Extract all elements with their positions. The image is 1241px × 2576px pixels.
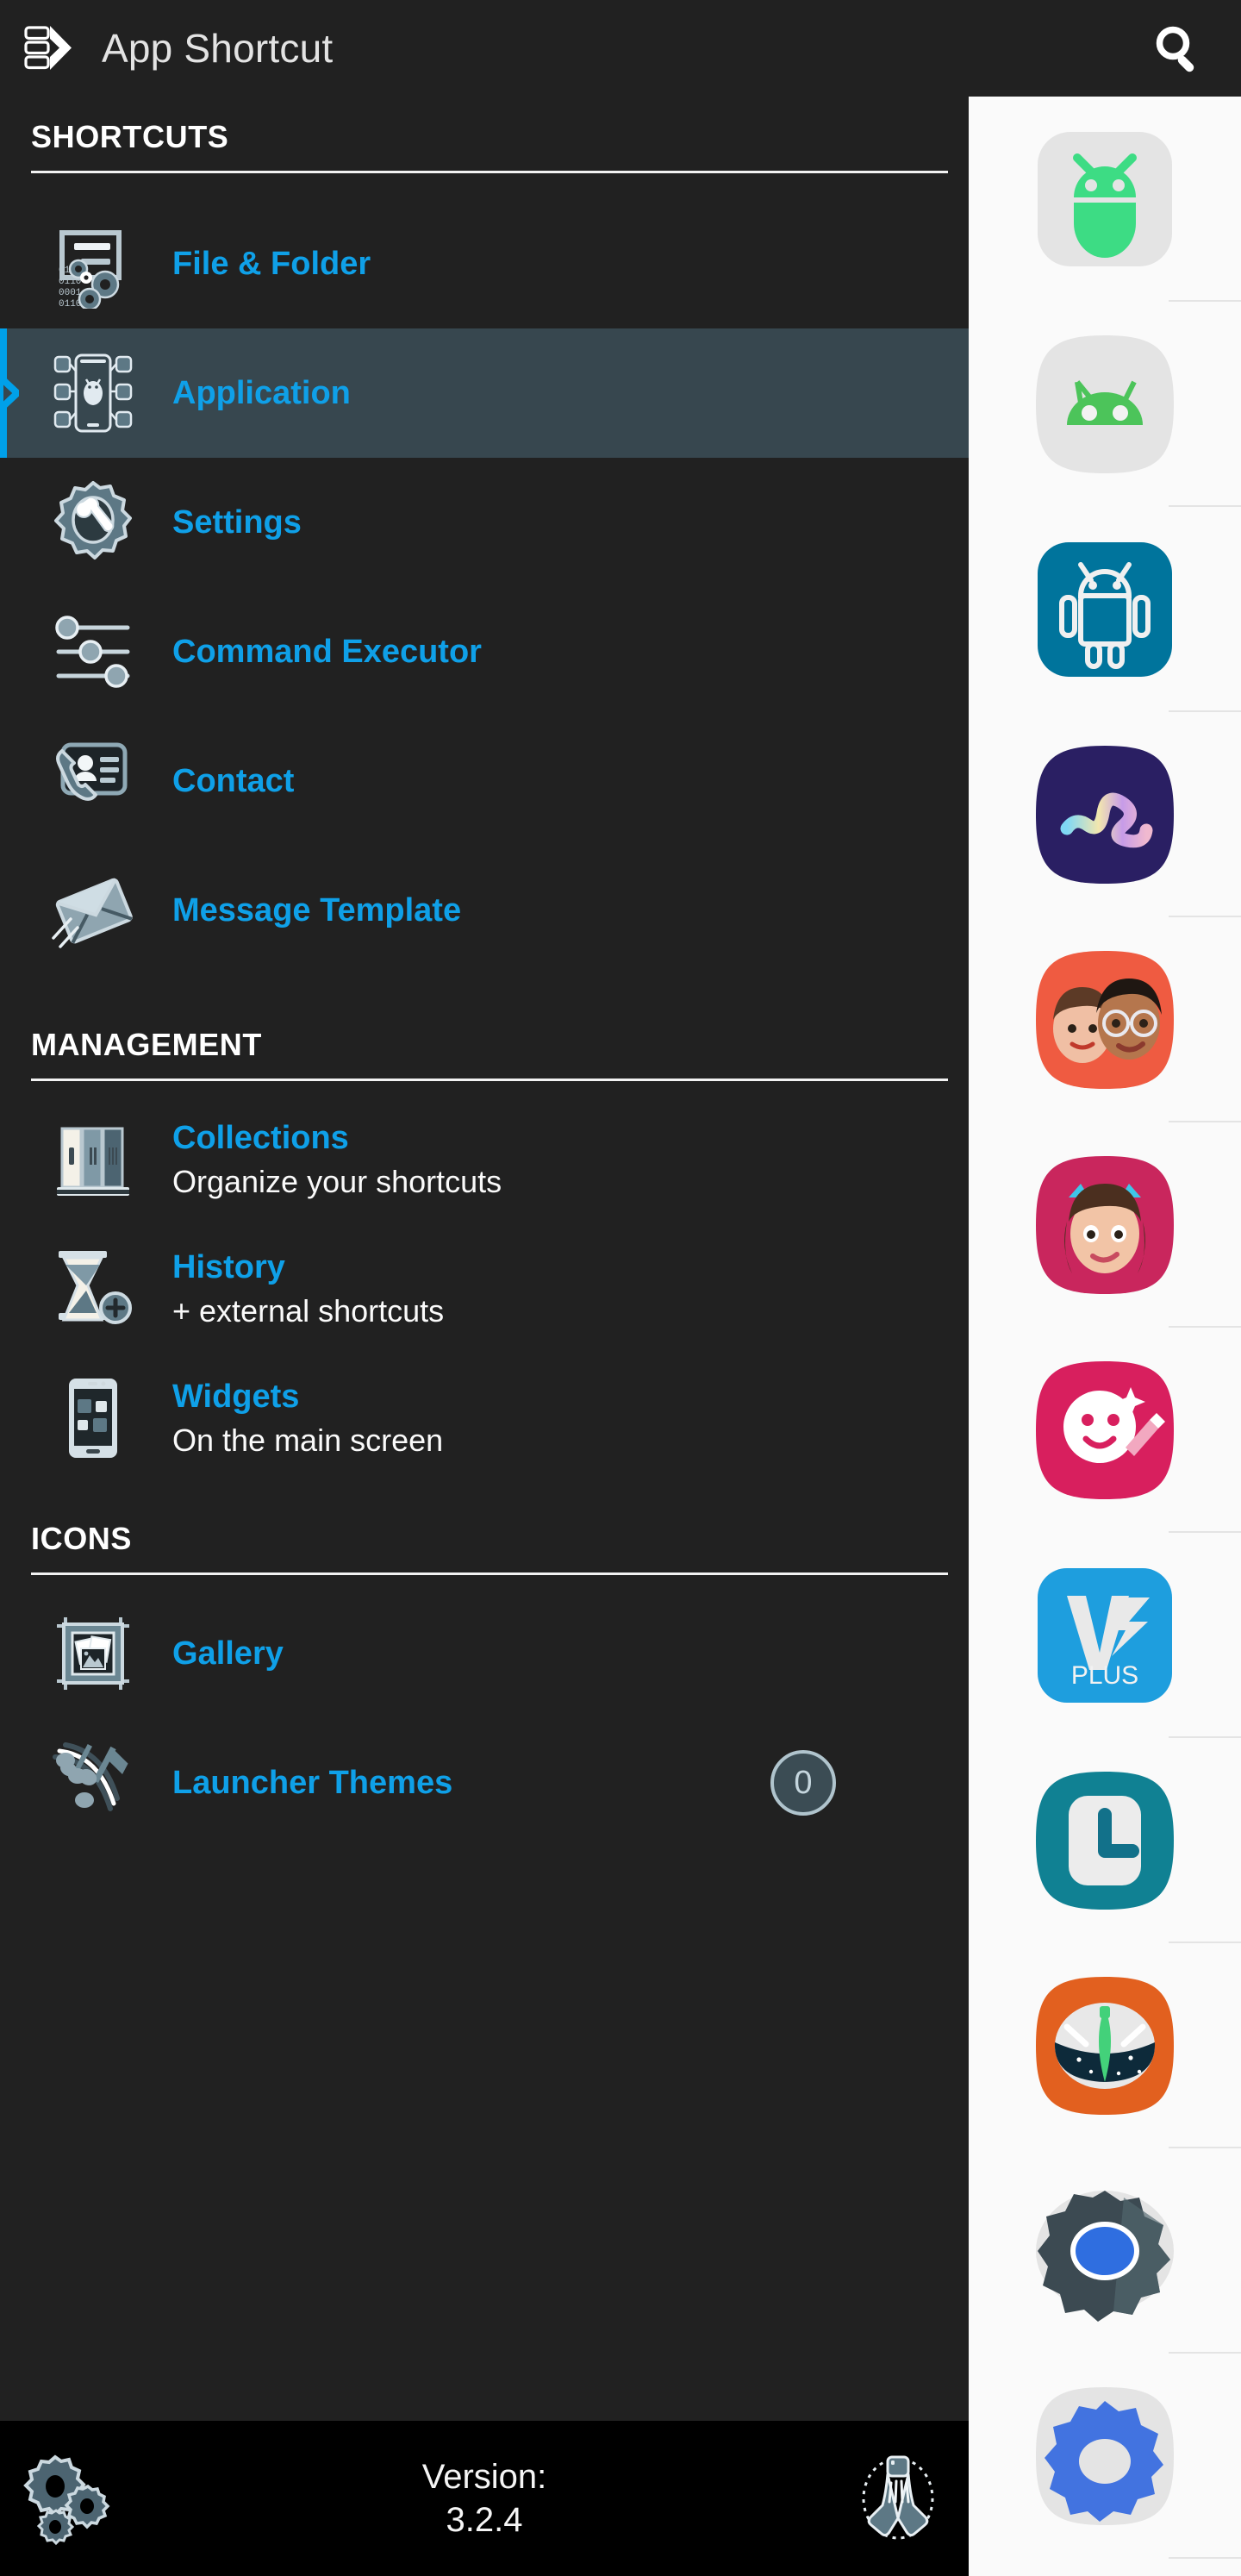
app-list-item[interactable] (969, 302, 1241, 507)
svg-text:0001: 0001 (59, 288, 82, 298)
menu-item-settings[interactable]: Settings (0, 458, 969, 587)
compass-night-icon (1029, 1970, 1181, 2122)
squiggle-gradient-icon (1029, 739, 1181, 891)
menu-item-text: Contact (172, 762, 294, 801)
menu-item-command-executor[interactable]: Command Executor (0, 587, 969, 716)
section-header-icons: ICONS (31, 1521, 133, 1556)
app-header: App Shortcut (0, 0, 1241, 97)
menu-item-text: Gallery (172, 1635, 284, 1673)
app-list-item[interactable] (969, 1943, 1241, 2148)
menu-item-text: Settings (172, 503, 302, 542)
clock-icon (1029, 1765, 1181, 1916)
section-header-shortcuts: SHORTCUTS (31, 119, 229, 154)
menu-item-subtitle: + external shortcuts (172, 1292, 445, 1329)
section-header-management: MANAGEMENT (31, 1027, 262, 1062)
search-icon[interactable] (1151, 22, 1205, 75)
file-folder-gears-icon: 01 0110 0001 01101 (48, 219, 138, 309)
menu-item-text: Launcher Themes (172, 1764, 452, 1803)
status-badge: 0 (770, 1750, 836, 1816)
menu-item-gallery[interactable]: Gallery (0, 1589, 969, 1718)
drawer-scroll-area[interactable]: SHORTCUTS 01 0110 0001 01101 File & Fold… (0, 97, 969, 2421)
ar-sticker-face-icon (1029, 1354, 1181, 1506)
app-list-panel[interactable]: PLUS (969, 97, 1241, 2576)
menu-item-text: Application (172, 374, 351, 413)
navigation-drawer: SHORTCUTS 01 0110 0001 01101 File & Fold… (0, 97, 969, 2576)
menu-item-collections[interactable]: Collections Organize your shortcuts (0, 1095, 969, 1224)
gear-settings-blue-icon (1029, 2175, 1181, 2327)
app-list-item[interactable]: PLUS (969, 1533, 1241, 1738)
app-list-item[interactable] (969, 1738, 1241, 1943)
android-head-green-icon (1029, 328, 1181, 480)
app-list-item[interactable] (969, 97, 1241, 302)
android-bug-green-icon (1029, 123, 1181, 275)
ar-emoji-avatar-icon (1029, 1149, 1181, 1301)
menu-item-text: Command Executor (172, 633, 482, 672)
menu-item-title: Command Executor (172, 633, 482, 670)
version-number: 3.2.4 (446, 2501, 523, 2539)
menu-item-application[interactable]: Application (0, 328, 969, 458)
envelope-icon (48, 866, 138, 955)
menu-item-title: Collections (172, 1119, 349, 1156)
app-shortcut-logo-icon (24, 24, 76, 72)
menu-item-title: Application (172, 374, 351, 411)
menu-item-text: File & Folder (172, 245, 371, 284)
gear-wrench-icon (48, 478, 138, 567)
phone-widgets-icon (48, 1373, 138, 1463)
gears-icon[interactable] (21, 2448, 121, 2548)
android-robot-white-icon (1029, 534, 1181, 685)
hourglass-plus-icon (48, 1244, 138, 1334)
app-list-item[interactable] (969, 2354, 1241, 2559)
menu-item-title: History (172, 1248, 285, 1285)
menu-item-text: History + external shortcuts (172, 1248, 444, 1329)
svg-text:01: 01 (59, 266, 71, 276)
menu-item-text: Message Template (172, 891, 461, 930)
menu-item-title: File & Folder (172, 245, 371, 282)
version-info: Version: 3.2.4 (121, 2455, 848, 2542)
menu-item-title: Settings (172, 503, 302, 541)
books-shelf-icon (48, 1115, 138, 1204)
contact-card-phone-icon (48, 736, 138, 826)
app-root: App Shortcut SHORTCUTS 01 0110 0001 0110… (0, 0, 1241, 2576)
menu-item-launcher-themes[interactable]: Launcher Themes 0 (0, 1718, 969, 1848)
menu-item-widgets[interactable]: Widgets On the main screen (0, 1354, 969, 1483)
menu-item-file-folder[interactable]: 01 0110 0001 01101 File & Folder (0, 199, 969, 328)
app-list-item[interactable] (969, 1328, 1241, 1533)
menu-item-text: Collections Organize your shortcuts (172, 1119, 502, 1200)
ar-emoji-couple-icon (1029, 944, 1181, 1096)
page-title: App Shortcut (102, 26, 334, 71)
app-list-item[interactable] (969, 917, 1241, 1122)
menu-item-message-template[interactable]: Message Template (0, 846, 969, 975)
music-notes-icon (48, 1738, 138, 1828)
app-list: PLUS (969, 97, 1241, 2559)
menu-item-title: Message Template (172, 891, 462, 928)
menu-item-title: Gallery (172, 1635, 284, 1672)
menu-item-contact[interactable]: Contact (0, 716, 969, 846)
praying-hands-icon[interactable] (848, 2448, 948, 2548)
app-list-item[interactable] (969, 712, 1241, 917)
application-phone-icon (48, 348, 138, 438)
selection-indicator (0, 328, 22, 458)
footer-bar: Version: 3.2.4 (0, 2421, 969, 2576)
picture-frame-icon (48, 1609, 138, 1698)
menu-item-title: Contact (172, 762, 295, 799)
menu-item-subtitle: Organize your shortcuts (172, 1163, 502, 1199)
app-list-item[interactable] (969, 2148, 1241, 2354)
app-list-item[interactable] (969, 1122, 1241, 1328)
menu-item-history[interactable]: History + external shortcuts (0, 1224, 969, 1354)
menu-item-text: Widgets On the main screen (172, 1378, 443, 1459)
sliders-icon (48, 607, 138, 697)
app-panel-hint: Select an (1033, 2559, 1177, 2576)
body-split: SHORTCUTS 01 0110 0001 01101 File & Fold… (0, 97, 1241, 2576)
menu-item-title: Widgets (172, 1378, 300, 1415)
menu-item-title: Launcher Themes (172, 1764, 453, 1801)
app-icon-label: PLUS (1071, 1661, 1138, 1690)
app-list-item[interactable] (969, 507, 1241, 712)
gear-settings-flat-blue-icon (1029, 2380, 1181, 2532)
version-label: Version: (421, 2458, 547, 2496)
menu-item-subtitle: On the main screen (172, 1422, 444, 1458)
v3-plus-antivirus-icon: PLUS (1029, 1560, 1181, 1711)
